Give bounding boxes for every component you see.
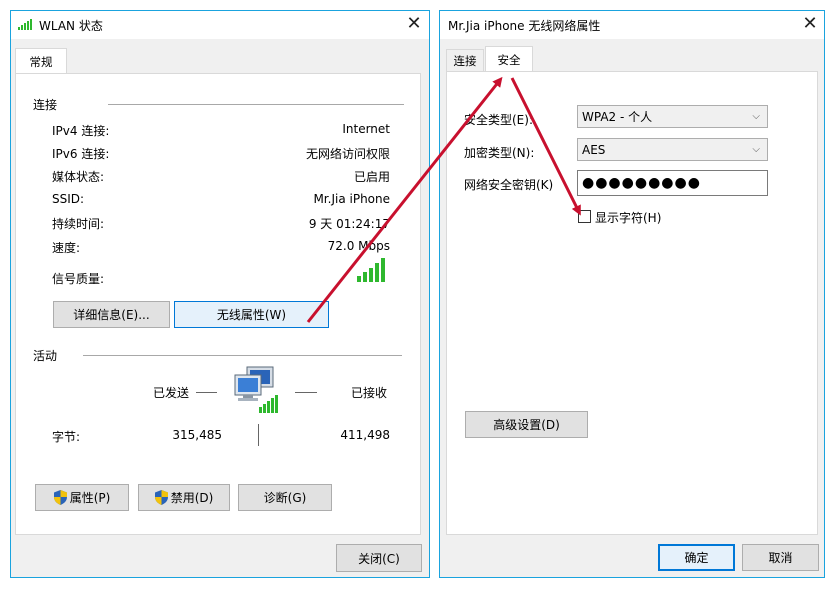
annotation-arrows (306, 76, 581, 323)
arrow-to-show-characters (510, 77, 581, 216)
arrow-to-security-tab (306, 76, 503, 323)
